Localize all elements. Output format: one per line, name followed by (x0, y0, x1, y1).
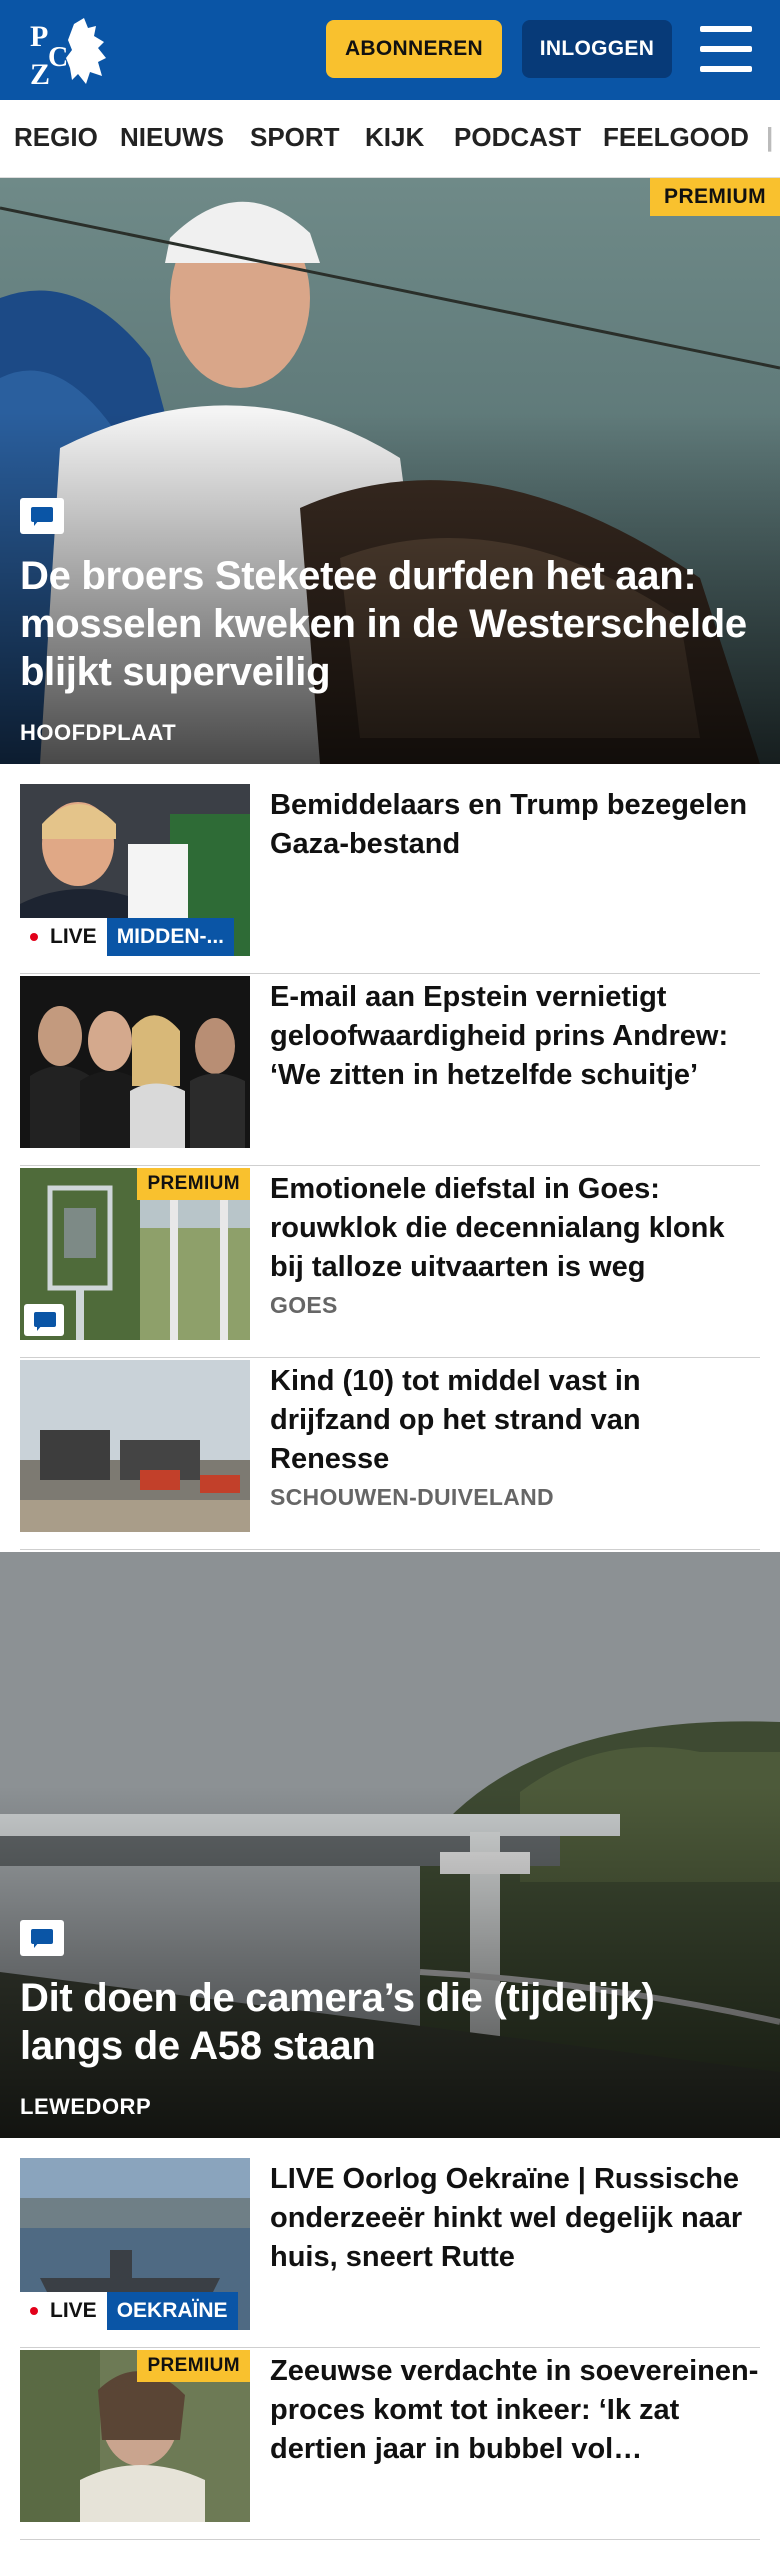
article-title[interactable]: Bemiddelaars en Trump bezegelen Gaza-bes… (270, 786, 760, 864)
nav-item-nieuws[interactable]: NIEUWS (120, 122, 224, 153)
comments-icon (20, 498, 64, 534)
list-item[interactable]: PREMIUM Emotionele diefstal in Goes: rou… (20, 1168, 760, 1358)
hero-location: LEWEDORP (20, 2094, 152, 2119)
hero-article-mosselen[interactable]: PREMIUM De broers Steketee durfden het a… (0, 178, 780, 764)
article-location: GOES (270, 1292, 338, 1318)
hero-location: HOOFDPLAAT (20, 720, 177, 745)
article-title[interactable]: Kind (10) tot middel vast in drijfzand o… (270, 1362, 760, 1479)
live-badge: LIVE MIDDEN-... (20, 918, 235, 956)
live-dot-icon (30, 2307, 38, 2315)
list-item[interactable]: Kind (10) tot middel vast in drijfzand o… (20, 1360, 760, 1550)
article-title[interactable]: Emotionele diefstal in Goes: rouwklok di… (270, 1170, 760, 1287)
live-badge: LIVE OEKRAÏNE (20, 2292, 238, 2330)
nav-item-kijk[interactable]: KIJK (365, 122, 424, 153)
nav-item-regio[interactable]: REGIO (14, 122, 98, 153)
article-thumbnail (20, 1360, 250, 1532)
subscribe-button[interactable]: ABONNEREN (326, 20, 502, 78)
hero-article-a58[interactable]: Dit doen de camera’s die (tijdelijk) lan… (0, 1552, 780, 2138)
article-thumbnail (20, 976, 250, 1148)
article-location: SCHOUWEN-DUIVELAND (270, 1484, 554, 1510)
list-item[interactable]: LIVE OEKRAÏNE LIVE Oorlog Oekraïne | Rus… (20, 2158, 760, 2348)
site-header: P Z C ABONNEREN INLOGGEN (0, 0, 780, 100)
article-title[interactable]: E-mail aan Epstein vernietigt geloofwaar… (270, 978, 760, 1095)
svg-text:P: P (30, 20, 48, 53)
premium-badge: PREMIUM (650, 178, 780, 216)
hero-title[interactable]: Dit doen de camera’s die (tijdelijk) lan… (20, 1974, 750, 2070)
list-item[interactable]: E-mail aan Epstein vernietigt geloofwaar… (20, 976, 760, 1166)
article-thumbnail: PREMIUM (20, 1168, 250, 1340)
article-thumbnail: PREMIUM (20, 2350, 250, 2522)
article-thumbnail: LIVE MIDDEN-... (20, 784, 250, 956)
comments-icon (20, 1920, 64, 1956)
live-topic: MIDDEN-... (106, 918, 235, 956)
list-item[interactable]: PREMIUM Zeeuwse verdachte in soeverei­ne… (20, 2350, 760, 2540)
svg-text:C: C (48, 42, 68, 73)
nav-item-podcast[interactable]: PODCAST (454, 122, 581, 153)
premium-badge: PREMIUM (137, 2350, 250, 2382)
article-title[interactable]: LIVE Oorlog Oekraïne | Russische onderze… (270, 2160, 760, 2277)
svg-text:Z: Z (30, 58, 50, 88)
nav-more-cutoff: | (766, 122, 774, 152)
live-dot-icon (30, 933, 38, 941)
live-topic: OEKRAÏNE (106, 2292, 238, 2330)
login-button[interactable]: INLOGGEN (522, 20, 672, 78)
nav-item-sport[interactable]: SPORT (250, 122, 340, 153)
comments-icon (24, 1304, 64, 1336)
list-item[interactable]: LIVE MIDDEN-... Bemiddelaars en Trump be… (20, 784, 760, 974)
article-title[interactable]: Zeeuwse verdachte in soeverei­nen-proces… (270, 2352, 760, 2469)
hamburger-menu-icon[interactable] (700, 26, 752, 72)
pzc-logo[interactable]: P Z C (28, 14, 112, 91)
hero-title[interactable]: De broers Steketee durfden het aan: moss… (20, 552, 750, 696)
premium-badge: PREMIUM (137, 1168, 250, 1200)
article-thumbnail: LIVE OEKRAÏNE (20, 2158, 250, 2330)
nav-item-feelgood[interactable]: FEELGOOD (603, 122, 749, 153)
section-nav: REGIO NIEUWS SPORT KIJK PODCAST FEELGOOD… (0, 100, 780, 178)
